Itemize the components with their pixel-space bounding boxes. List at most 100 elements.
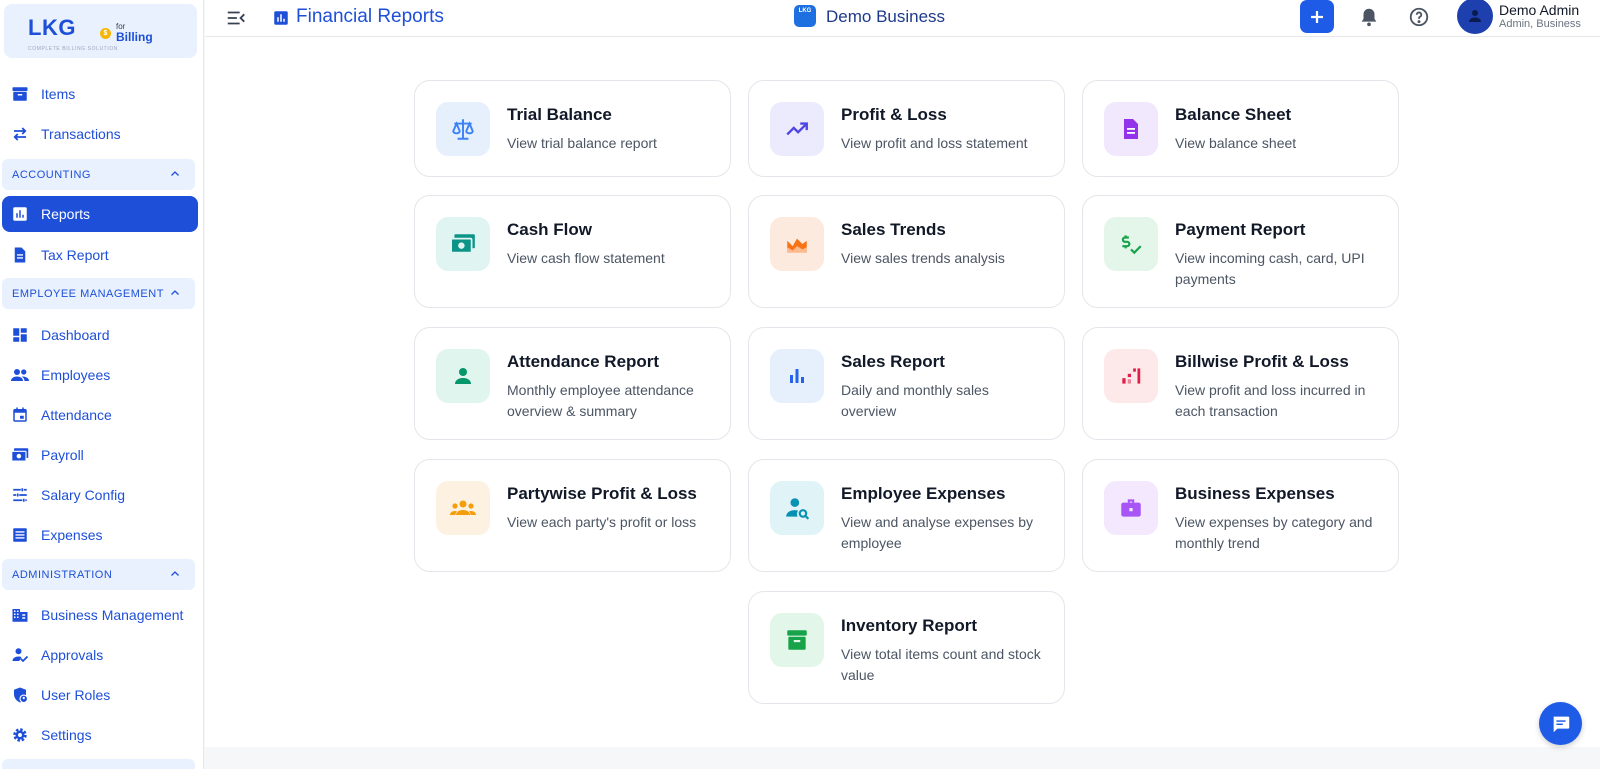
sidebar-item-items[interactable]: Items: [2, 76, 198, 112]
tile: [770, 481, 824, 535]
notification-bell-icon[interactable]: [1358, 6, 1380, 28]
tile: [436, 481, 490, 535]
price-check-icon: [1121, 235, 1142, 255]
business-logo-icon: LKG: [794, 5, 816, 27]
card-title: Trial Balance: [507, 105, 612, 124]
user-role: Admin, Business: [1499, 18, 1581, 30]
section-label: ADMINISTRATION: [12, 568, 113, 581]
list-icon: [10, 525, 30, 545]
user-name[interactable]: Demo Admin: [1499, 2, 1579, 18]
card-title: Business Expenses: [1175, 484, 1335, 503]
report-card-balance-sheet[interactable]: Balance Sheet View balance sheet: [1082, 80, 1399, 177]
dashboard-icon: [10, 325, 30, 345]
sidebar-item-salary-config[interactable]: Salary Config: [2, 477, 198, 513]
report-card-cash-flow[interactable]: Cash Flow View cash flow statement: [414, 195, 731, 308]
plus-icon: [1311, 10, 1323, 23]
archive-icon: [10, 84, 30, 104]
tile: [770, 349, 824, 403]
brand-logo[interactable]: LKG $ for Billing COMPLETE BILLING SOLUT…: [4, 4, 197, 58]
tile: [1104, 481, 1158, 535]
sidebar-item-label: Tax Report: [41, 247, 109, 263]
sidebar-item-user-roles[interactable]: User Roles: [2, 677, 198, 713]
card-description: View and analyse expenses by employee: [841, 514, 1033, 551]
sidebar-item-label: Approvals: [41, 647, 104, 663]
card-description: View trial balance report: [507, 135, 657, 151]
sidebar-item-label: Dashboard: [41, 327, 110, 343]
report-card-billwise-profit-loss[interactable]: Billwise Profit & Loss View profit and l…: [1082, 327, 1399, 440]
sidebar-item-label: Reports: [41, 206, 91, 222]
report-card-trial-balance[interactable]: Trial Balance View trial balance report: [414, 80, 731, 177]
section-administration[interactable]: ADMINISTRATION: [2, 559, 195, 590]
chat-button[interactable]: [1539, 702, 1582, 745]
sidebar-item-label: Attendance: [41, 407, 112, 423]
section-accounting[interactable]: ACCOUNTING: [2, 159, 195, 190]
sidebar-item-business-management[interactable]: Business Management: [2, 597, 198, 633]
user-icon: [1469, 10, 1481, 22]
tile: [1104, 102, 1158, 156]
sidebar-item-label: Items: [41, 86, 76, 102]
page-title: Financial Reports: [296, 6, 444, 27]
sidebar-item-label: Salary Config: [41, 487, 126, 503]
sidebar-item-label: Business Management: [41, 607, 184, 623]
report-card-employee-expenses[interactable]: Employee Expenses View and analyse expen…: [748, 459, 1065, 572]
person-check-icon: [10, 645, 30, 665]
sidebar-item-expenses[interactable]: Expenses: [2, 517, 198, 553]
tile: [1104, 217, 1158, 271]
building-icon: [10, 605, 30, 625]
person-icon: [455, 368, 471, 384]
report-card-profit-loss[interactable]: Profit & Loss View profit and loss state…: [748, 80, 1065, 177]
inventory-box-icon: [787, 630, 807, 650]
card-description: View profit and loss incurred in each tr…: [1175, 382, 1366, 419]
report-card-attendance-report[interactable]: Attendance Report Monthly employee atten…: [414, 327, 731, 440]
help-icon[interactable]: [1408, 6, 1430, 28]
report-card-payment-report[interactable]: Payment Report View incoming cash, card,…: [1082, 195, 1399, 308]
section-label: ACCOUNTING: [12, 168, 91, 181]
bar-chart-icon: [10, 204, 30, 224]
area-chart-icon: [787, 238, 807, 253]
sidebar-item-settings[interactable]: Settings: [2, 717, 198, 753]
sidebar-item-employees[interactable]: Employees: [2, 357, 198, 393]
tile: [436, 349, 490, 403]
sidebar: LKG $ for Billing COMPLETE BILLING SOLUT…: [0, 0, 204, 769]
business-name[interactable]: Demo Business: [826, 7, 945, 27]
card-description: View each party's profit or loss: [507, 514, 697, 530]
cash-icon: [450, 234, 475, 254]
sidebar-item-approvals[interactable]: Approvals: [2, 637, 198, 673]
report-card-sales-report[interactable]: Sales Report Daily and monthly sales ove…: [748, 327, 1065, 440]
card-title: Attendance Report: [507, 352, 660, 371]
sidebar-item-transactions[interactable]: Transactions: [2, 116, 198, 152]
stairs-chart-icon: [1122, 368, 1141, 384]
add-button[interactable]: [1300, 0, 1334, 33]
report-card-sales-trends[interactable]: Sales Trends View sales trends analysis: [748, 195, 1065, 308]
person-search-icon: [786, 498, 810, 520]
sidebar-item-label: Employees: [41, 367, 111, 383]
shield-person-icon: [10, 685, 30, 705]
sidebar-item-payroll[interactable]: Payroll: [2, 437, 198, 473]
tile: [770, 102, 824, 156]
card-title: Partywise Profit & Loss: [507, 484, 697, 503]
report-card-inventory-report[interactable]: Inventory Report View total items count …: [748, 591, 1065, 704]
coin-icon: $: [100, 28, 111, 39]
calendar-icon: [10, 405, 30, 425]
card-description: View balance sheet: [1175, 135, 1297, 151]
sidebar-item-tax-report[interactable]: Tax Report: [2, 237, 198, 273]
sliders-icon: [10, 485, 30, 505]
sidebar-item-attendance[interactable]: Attendance: [2, 397, 198, 433]
menu-collapse-icon[interactable]: [225, 7, 247, 29]
section-employee-management[interactable]: EMPLOYEE MANAGEMENT: [2, 278, 195, 309]
trending-up-icon: [786, 122, 808, 136]
gear-icon: [10, 725, 30, 745]
money-icon: [10, 445, 30, 465]
report-card-partywise-profit-loss[interactable]: Partywise Profit & Loss View each party'…: [414, 459, 731, 572]
report-card-business-expenses[interactable]: Business Expenses View expenses by categ…: [1082, 459, 1399, 572]
tile: [436, 217, 490, 271]
sidebar-section-partial: [2, 759, 195, 769]
card-title: Payment Report: [1175, 220, 1306, 239]
chevron-up-icon: [171, 571, 179, 576]
document-icon: [10, 245, 30, 265]
card-title: Billwise Profit & Loss: [1175, 352, 1349, 371]
avatar[interactable]: [1457, 0, 1493, 34]
sidebar-item-label: Settings: [41, 727, 92, 743]
sidebar-item-dashboard[interactable]: Dashboard: [2, 317, 198, 353]
sidebar-item-reports[interactable]: Reports: [2, 196, 198, 232]
